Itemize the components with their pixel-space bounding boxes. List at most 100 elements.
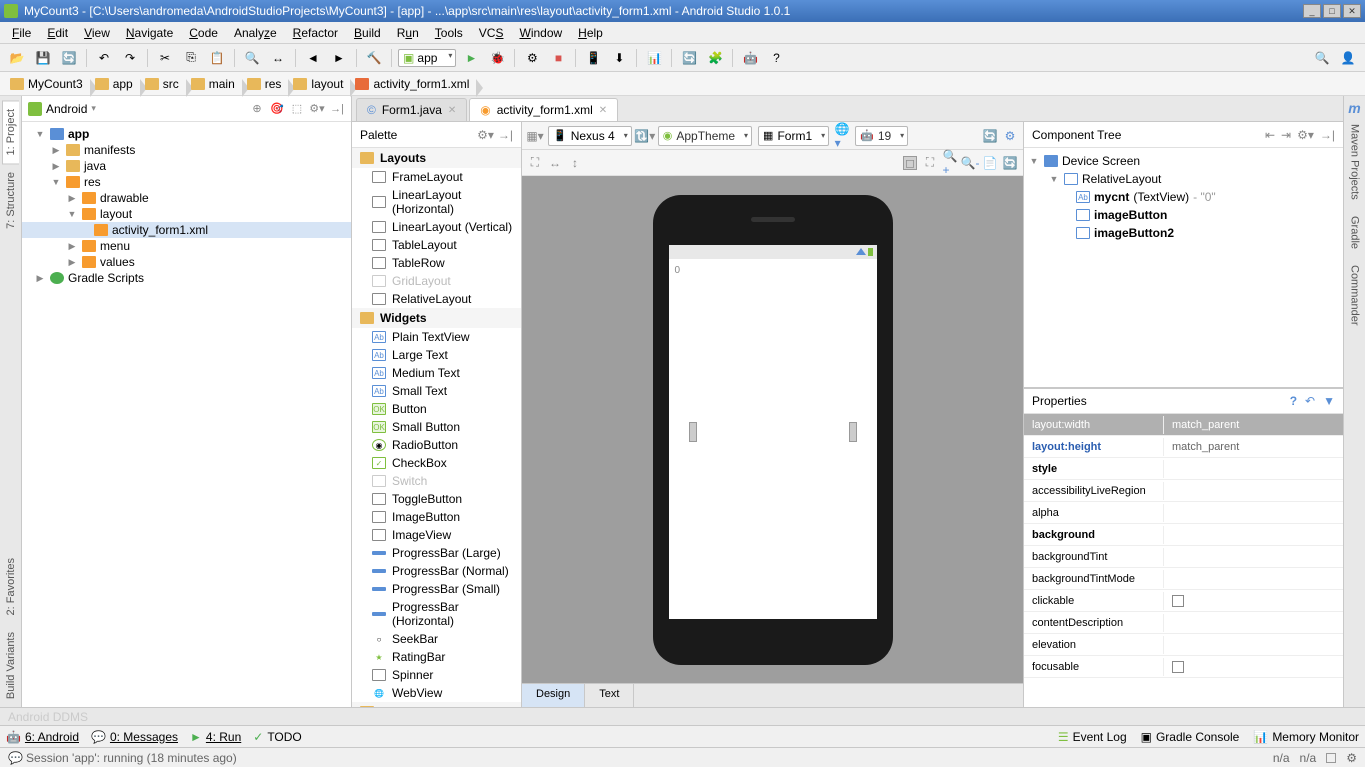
menu-analyze[interactable]: Analyze bbox=[228, 24, 283, 42]
bt-memory[interactable]: 📊Memory Monitor bbox=[1253, 730, 1359, 744]
prop-contentdescription[interactable]: contentDescription bbox=[1024, 612, 1343, 634]
palette-imageview[interactable]: ImageView bbox=[352, 526, 521, 544]
ct-gear-icon[interactable]: ⚙▾ bbox=[1297, 128, 1314, 142]
close-button[interactable]: ✕ bbox=[1343, 4, 1361, 18]
orientation-icon[interactable]: 🔃▾ bbox=[638, 129, 652, 143]
prop-layout-height[interactable]: layout:heightmatch_parent bbox=[1024, 436, 1343, 458]
prop-alpha[interactable]: alpha bbox=[1024, 502, 1343, 524]
maximize-button[interactable]: □ bbox=[1323, 4, 1341, 18]
minimize-button[interactable]: _ bbox=[1303, 4, 1321, 18]
palette-progressbar-normal[interactable]: ProgressBar (Normal) bbox=[352, 562, 521, 580]
tab-text[interactable]: Text bbox=[585, 684, 634, 707]
gear-icon[interactable]: ⚙▾ bbox=[309, 101, 325, 117]
ct-hide-icon[interactable]: →| bbox=[1320, 128, 1335, 142]
target-icon[interactable]: 🎯 bbox=[269, 101, 285, 117]
palette-cat-layouts[interactable]: Layouts bbox=[352, 148, 521, 168]
tree-app[interactable]: ▼app bbox=[22, 126, 351, 142]
close-icon[interactable]: ✕ bbox=[599, 105, 607, 116]
palette-seekbar[interactable]: ○SeekBar bbox=[352, 630, 521, 648]
tree-res[interactable]: ▼res bbox=[22, 174, 351, 190]
save-icon[interactable]: 💾 bbox=[32, 47, 54, 69]
props-help-icon[interactable]: ? bbox=[1290, 394, 1297, 408]
tab-design[interactable]: Design bbox=[522, 684, 585, 707]
sdk-icon[interactable]: ⬇ bbox=[608, 47, 630, 69]
menu-view[interactable]: View bbox=[78, 24, 116, 42]
tree-menu[interactable]: ▶menu bbox=[22, 238, 351, 254]
refresh-icon[interactable]: 🔄 bbox=[983, 129, 997, 143]
palette-gridlayout[interactable]: GridLayout bbox=[352, 272, 521, 290]
ct-imagebutton[interactable]: imageButton bbox=[1024, 206, 1343, 224]
palette-relativelayout[interactable]: RelativeLayout bbox=[352, 290, 521, 308]
palette-progressbar-horizontal[interactable]: ProgressBar (Horizontal) bbox=[352, 598, 521, 630]
palette-tablerow[interactable]: TableRow bbox=[352, 254, 521, 272]
search-icon[interactable]: 🔍 bbox=[1311, 47, 1333, 69]
crumb-main[interactable]: main bbox=[187, 77, 243, 91]
make-icon[interactable]: 🔨 bbox=[363, 47, 385, 69]
debug-icon[interactable]: 🐞 bbox=[486, 47, 508, 69]
crumb-src[interactable]: src bbox=[141, 77, 187, 91]
phone-textview[interactable]: 0 bbox=[669, 259, 877, 282]
palette-checkbox[interactable]: ✓CheckBox bbox=[352, 454, 521, 472]
palette-radiobutton[interactable]: ◉RadioButton bbox=[352, 436, 521, 454]
tree-drawable[interactable]: ▶drawable bbox=[22, 190, 351, 206]
canvas-main[interactable]: 0 bbox=[522, 176, 1023, 683]
theme-combo[interactable]: ◉ AppTheme bbox=[658, 126, 752, 146]
zoom-in-icon[interactable]: 🔍+ bbox=[943, 156, 957, 170]
tab-activity-form1-xml[interactable]: ◉activity_form1.xml✕ bbox=[469, 98, 618, 121]
bt-run[interactable]: ►4: Run bbox=[190, 730, 241, 744]
prop-elevation[interactable]: elevation bbox=[1024, 634, 1343, 656]
palette-progressbar-large[interactable]: ProgressBar (Large) bbox=[352, 544, 521, 562]
settings-icon[interactable]: ⚙ bbox=[1003, 129, 1017, 143]
gradle-sync-icon[interactable]: 🔄 bbox=[678, 47, 700, 69]
palette-gear-icon[interactable]: ⚙▾ bbox=[477, 128, 494, 142]
rail-maven[interactable]: Maven Projects bbox=[1347, 116, 1363, 208]
back-icon[interactable]: ◄ bbox=[302, 47, 324, 69]
status-speech-icon[interactable]: 💬 bbox=[8, 751, 23, 765]
palette-tablelayout[interactable]: TableLayout bbox=[352, 236, 521, 254]
palette-togglebutton[interactable]: ToggleButton bbox=[352, 490, 521, 508]
bt-android[interactable]: 🤖6: Android bbox=[6, 730, 79, 744]
redo-icon[interactable]: ↷ bbox=[119, 47, 141, 69]
bt-messages[interactable]: 💬0: Messages bbox=[91, 730, 178, 744]
menu-build[interactable]: Build bbox=[348, 24, 387, 42]
undo-icon[interactable]: ↶ bbox=[93, 47, 115, 69]
tree-activity-form1[interactable]: activity_form1.xml bbox=[22, 222, 351, 238]
palette-spinner[interactable]: Spinner bbox=[352, 666, 521, 684]
ct-device-screen[interactable]: ▼Device Screen bbox=[1024, 152, 1343, 170]
bt-todo[interactable]: ✓TODO bbox=[253, 730, 302, 744]
attach-icon[interactable]: ⚙ bbox=[521, 47, 543, 69]
rail-structure[interactable]: 7: Structure bbox=[3, 164, 19, 237]
tree-values[interactable]: ▶values bbox=[22, 254, 351, 270]
resize-v-icon[interactable]: ↕ bbox=[568, 156, 582, 170]
palette-button[interactable]: OKButton bbox=[352, 400, 521, 418]
project-view-combo[interactable]: Android ▾ bbox=[28, 102, 243, 116]
palette-linearlayout-v[interactable]: LinearLayout (Vertical) bbox=[352, 218, 521, 236]
prop-style[interactable]: style bbox=[1024, 458, 1343, 480]
layers-icon[interactable]: ▦▾ bbox=[528, 129, 542, 143]
module-combo[interactable]: ▣ app bbox=[398, 49, 456, 67]
avd-icon[interactable]: 📱 bbox=[582, 47, 604, 69]
forward-icon[interactable]: ► bbox=[328, 47, 350, 69]
rail-project[interactable]: 1: Project bbox=[2, 100, 19, 164]
menu-code[interactable]: Code bbox=[183, 24, 224, 42]
crumb-layout[interactable]: layout bbox=[289, 77, 351, 91]
menu-help[interactable]: Help bbox=[572, 24, 609, 42]
props-undo-icon[interactable]: ↶ bbox=[1305, 394, 1315, 408]
prop-clickable[interactable]: clickable bbox=[1024, 590, 1343, 612]
menu-run[interactable]: Run bbox=[391, 24, 425, 42]
tree-java[interactable]: ▶java bbox=[22, 158, 351, 174]
prop-backgroundtintmode[interactable]: backgroundTintMode bbox=[1024, 568, 1343, 590]
zoom-actual-icon[interactable]: ◻ bbox=[903, 156, 917, 170]
palette-linearlayout-h[interactable]: LinearLayout (Horizontal) bbox=[352, 186, 521, 218]
zoom-fit-icon[interactable]: ⛶ bbox=[923, 156, 937, 170]
expand-icon[interactable]: ⬚ bbox=[289, 101, 305, 117]
run-icon[interactable]: ► bbox=[460, 47, 482, 69]
rail-build-variants[interactable]: Build Variants bbox=[3, 624, 19, 707]
ct-expand-icon[interactable]: ⇥ bbox=[1281, 128, 1291, 142]
menu-file[interactable]: File bbox=[6, 24, 37, 42]
prop-layout-width[interactable]: layout:widthmatch_parent bbox=[1024, 414, 1343, 436]
palette-webview[interactable]: 🌐WebView bbox=[352, 684, 521, 702]
crumb-res[interactable]: res bbox=[243, 77, 290, 91]
paste-icon[interactable]: 📋 bbox=[206, 47, 228, 69]
api-combo[interactable]: 🤖 19 bbox=[855, 126, 908, 146]
